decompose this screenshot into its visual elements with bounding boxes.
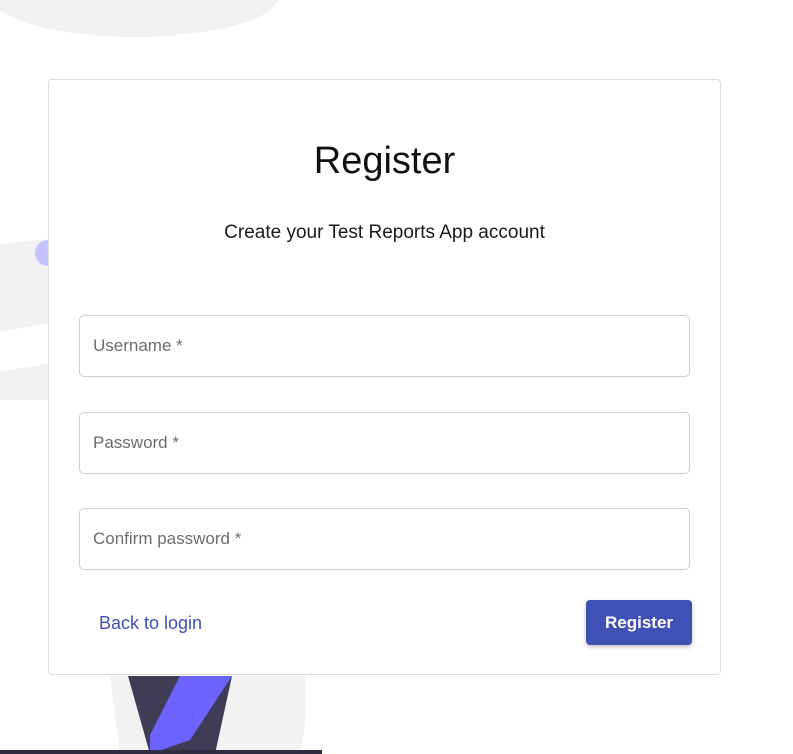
bottom-bar (0, 750, 322, 754)
page-subtitle: Create your Test Reports App account (224, 222, 545, 243)
username-input[interactable] (80, 316, 689, 376)
password-input[interactable] (80, 413, 689, 473)
back-to-login-link[interactable]: Back to login (99, 613, 202, 633)
page-title: Register (313, 140, 456, 182)
username-field[interactable] (79, 315, 690, 377)
confirm-password-field[interactable] (79, 508, 690, 570)
background-blob-top (0, 0, 279, 37)
confirm-password-input[interactable] (80, 509, 689, 569)
password-field[interactable] (79, 412, 690, 474)
register-button[interactable]: Register (586, 600, 692, 645)
register-card: Register Create your Test Reports App ac… (48, 79, 721, 675)
